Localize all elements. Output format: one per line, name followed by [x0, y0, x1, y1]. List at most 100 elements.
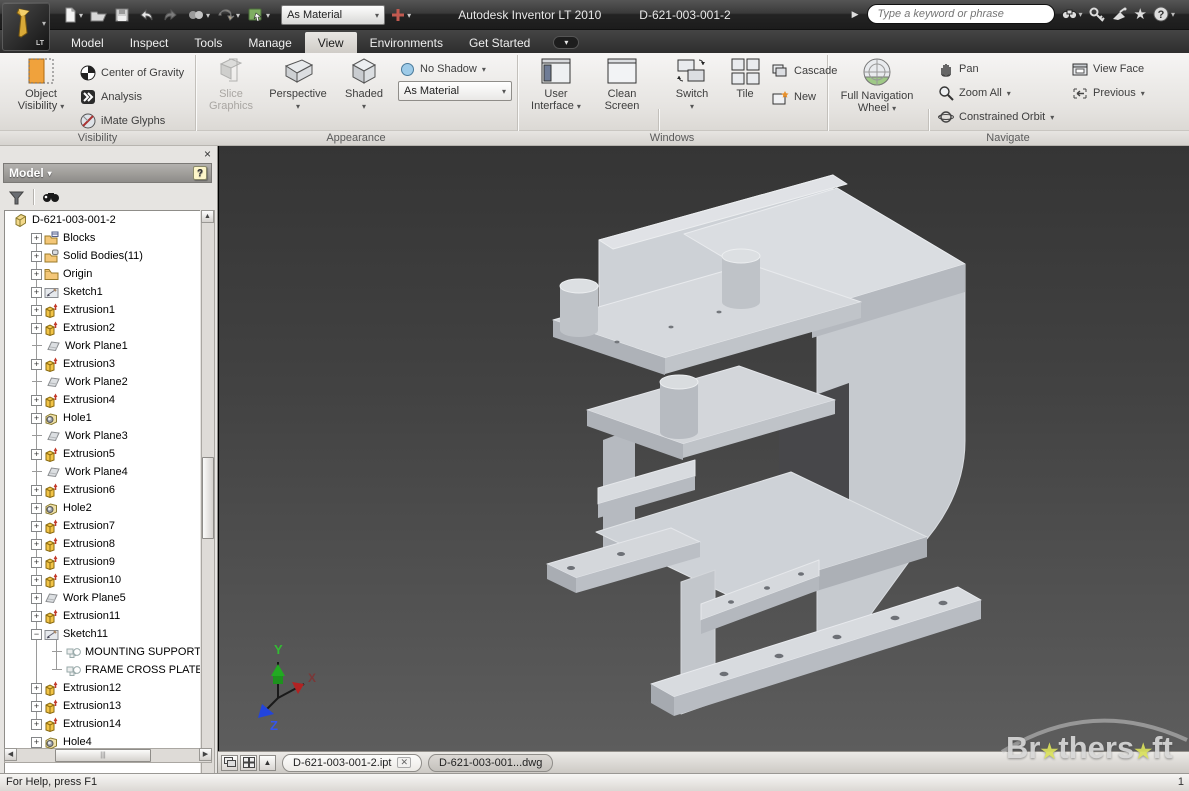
tree-item[interactable]: +Extrusion12 — [5, 679, 200, 697]
new-file-button[interactable]: ▾ — [60, 4, 85, 26]
dropdown-arrow-icon[interactable]: ▾ — [236, 11, 240, 20]
communication-center-icon[interactable] — [1111, 7, 1128, 22]
previous-view-button[interactable]: Previous▾ — [1072, 83, 1145, 103]
cascade-button[interactable]: Cascade — [772, 61, 837, 81]
tree-item[interactable]: +Work Plane5 — [5, 589, 200, 607]
panel-label-navigate[interactable]: Navigate — [827, 132, 1189, 144]
favorites-star-icon[interactable]: ★ — [1134, 5, 1147, 23]
center-of-gravity-button[interactable]: Center of Gravity — [80, 63, 184, 83]
expand-icon[interactable]: + — [31, 359, 42, 370]
tree-item[interactable]: FRAME CROSS PLATE UPP — [5, 661, 200, 679]
expand-icon[interactable]: + — [31, 305, 42, 316]
expand-icon[interactable]: + — [31, 413, 42, 424]
graphics-viewport[interactable]: Y X Z — [218, 146, 1189, 751]
dropdown-arrow-icon[interactable]: ▾ — [1079, 10, 1083, 19]
open-button[interactable] — [88, 4, 109, 26]
chevron-down-icon[interactable]: ▾ — [48, 169, 52, 178]
browser-header[interactable]: Model ▾ ? — [3, 163, 212, 183]
appearance-override-button[interactable]: ▾ — [388, 4, 413, 26]
expand-icon[interactable]: + — [31, 719, 42, 730]
tree-item[interactable]: +Extrusion4 — [5, 391, 200, 409]
cascade-documents-button[interactable] — [221, 755, 238, 771]
tree-item[interactable]: Work Plane2 — [5, 373, 200, 391]
tree-item[interactable]: Work Plane3 — [5, 427, 200, 445]
expand-tabs-button[interactable]: ▲ — [259, 755, 276, 771]
hscroll-thumb[interactable]: ||| — [55, 749, 151, 762]
expand-icon[interactable]: + — [31, 251, 42, 262]
expand-icon[interactable]: + — [31, 701, 42, 712]
tree-item[interactable]: +Solid Bodies(11) — [5, 247, 200, 265]
panel-label-windows[interactable]: Windows — [517, 132, 827, 144]
tab-inspect[interactable]: Inspect — [117, 32, 182, 53]
expand-icon[interactable]: + — [31, 539, 42, 550]
close-icon[interactable]: × — [204, 148, 211, 160]
tree-item[interactable]: −Sketch11 — [5, 625, 200, 643]
help-button[interactable]: ? ▾ — [1153, 6, 1175, 23]
expand-icon[interactable]: + — [31, 269, 42, 280]
tab-view[interactable]: View — [305, 32, 357, 53]
ribbon-minimize-button[interactable]: ▾ — [553, 36, 579, 49]
tree-item[interactable]: +Origin — [5, 265, 200, 283]
dropdown-arrow-icon[interactable]: ▾ — [206, 11, 210, 20]
tree-item[interactable]: +Extrusion9 — [5, 553, 200, 571]
scroll-left-icon[interactable]: ◀ — [4, 748, 17, 761]
tree-item[interactable]: +Extrusion1 — [5, 301, 200, 319]
tree-item[interactable]: +Extrusion14 — [5, 715, 200, 733]
tree-item[interactable]: +Extrusion2 — [5, 319, 200, 337]
subscription-key-icon[interactable] — [1089, 7, 1105, 22]
tab-close-icon[interactable]: ✕ — [397, 757, 411, 768]
doc-tab-active[interactable]: D-621-003-001-2.ipt ✕ — [282, 754, 422, 772]
save-button[interactable] — [112, 4, 132, 26]
iproperties-button[interactable]: ▾ — [185, 4, 212, 26]
view-face-button[interactable]: View Face — [1072, 59, 1144, 79]
update-button[interactable]: ▾ — [245, 4, 272, 26]
zoom-all-button[interactable]: Zoom All▾ — [938, 83, 1011, 103]
tree-item[interactable]: MOUNTING SUPPORT CRO — [5, 643, 200, 661]
pan-button[interactable]: Pan — [938, 59, 979, 79]
tile-windows-button[interactable]: Tile — [724, 55, 766, 100]
shadow-mode-button[interactable]: No Shadow▾ — [400, 59, 486, 79]
mail-button[interactable]: ▾ — [215, 4, 242, 26]
slice-graphics-button[interactable]: Slice Graphics — [202, 55, 260, 112]
tab-model[interactable]: Model — [58, 32, 117, 53]
scroll-up-icon[interactable]: ▲ — [201, 210, 214, 223]
tree-item[interactable]: +Extrusion8 — [5, 535, 200, 553]
tree-item[interactable]: +Extrusion10 — [5, 571, 200, 589]
perspective-button[interactable]: Perspective▾ — [265, 55, 331, 113]
tab-tools[interactable]: Tools — [181, 32, 235, 53]
imate-glyphs-button[interactable]: iMate Glyphs — [80, 111, 165, 131]
scroll-right-icon[interactable]: ▶ — [199, 748, 212, 761]
application-menu-button[interactable]: LT ▾ — [2, 2, 50, 51]
switch-windows-button[interactable]: Switch▾ — [666, 55, 718, 113]
tree-item[interactable]: +Extrusion6 — [5, 481, 200, 499]
redo-button[interactable] — [160, 4, 182, 26]
collapse-icon[interactable]: − — [31, 629, 42, 640]
tree-item[interactable]: Work Plane1 — [5, 337, 200, 355]
tree-item[interactable]: +Extrusion13 — [5, 697, 200, 715]
expand-icon[interactable]: + — [31, 485, 42, 496]
tree-item[interactable]: +Hole2 — [5, 499, 200, 517]
tree-item[interactable]: Work Plane4 — [5, 463, 200, 481]
constrained-orbit-button[interactable]: Constrained Orbit▾ — [938, 107, 1054, 127]
expand-icon[interactable]: + — [31, 323, 42, 334]
dropdown-arrow-icon[interactable]: ▾ — [1171, 10, 1175, 19]
tree-item[interactable]: +Extrusion5 — [5, 445, 200, 463]
tree-horizontal-scrollbar[interactable]: ◀ ||| ▶ — [4, 748, 212, 763]
shaded-button[interactable]: Shaded▾ — [335, 55, 393, 113]
panel-label-appearance[interactable]: Appearance — [195, 132, 517, 144]
tab-environments[interactable]: Environments — [357, 32, 456, 53]
expand-icon[interactable]: + — [31, 593, 42, 604]
panel-label-visibility[interactable]: Visibility — [0, 132, 195, 144]
user-interface-button[interactable]: User Interface ▾ — [524, 55, 588, 113]
clean-screen-button[interactable]: Clean Screen — [592, 55, 652, 112]
expand-icon[interactable]: + — [31, 611, 42, 622]
tree-item[interactable]: +Blocks — [5, 229, 200, 247]
dropdown-arrow-icon[interactable]: ▾ — [79, 11, 83, 20]
expand-icon[interactable]: + — [31, 737, 42, 748]
expand-icon[interactable]: + — [31, 287, 42, 298]
tab-manage[interactable]: Manage — [235, 32, 304, 53]
dropdown-arrow-icon[interactable]: ▾ — [407, 11, 411, 20]
dropdown-arrow-icon[interactable]: ▾ — [266, 11, 270, 20]
tree-item[interactable]: +Sketch1 — [5, 283, 200, 301]
tree-item[interactable]: +Extrusion7 — [5, 517, 200, 535]
